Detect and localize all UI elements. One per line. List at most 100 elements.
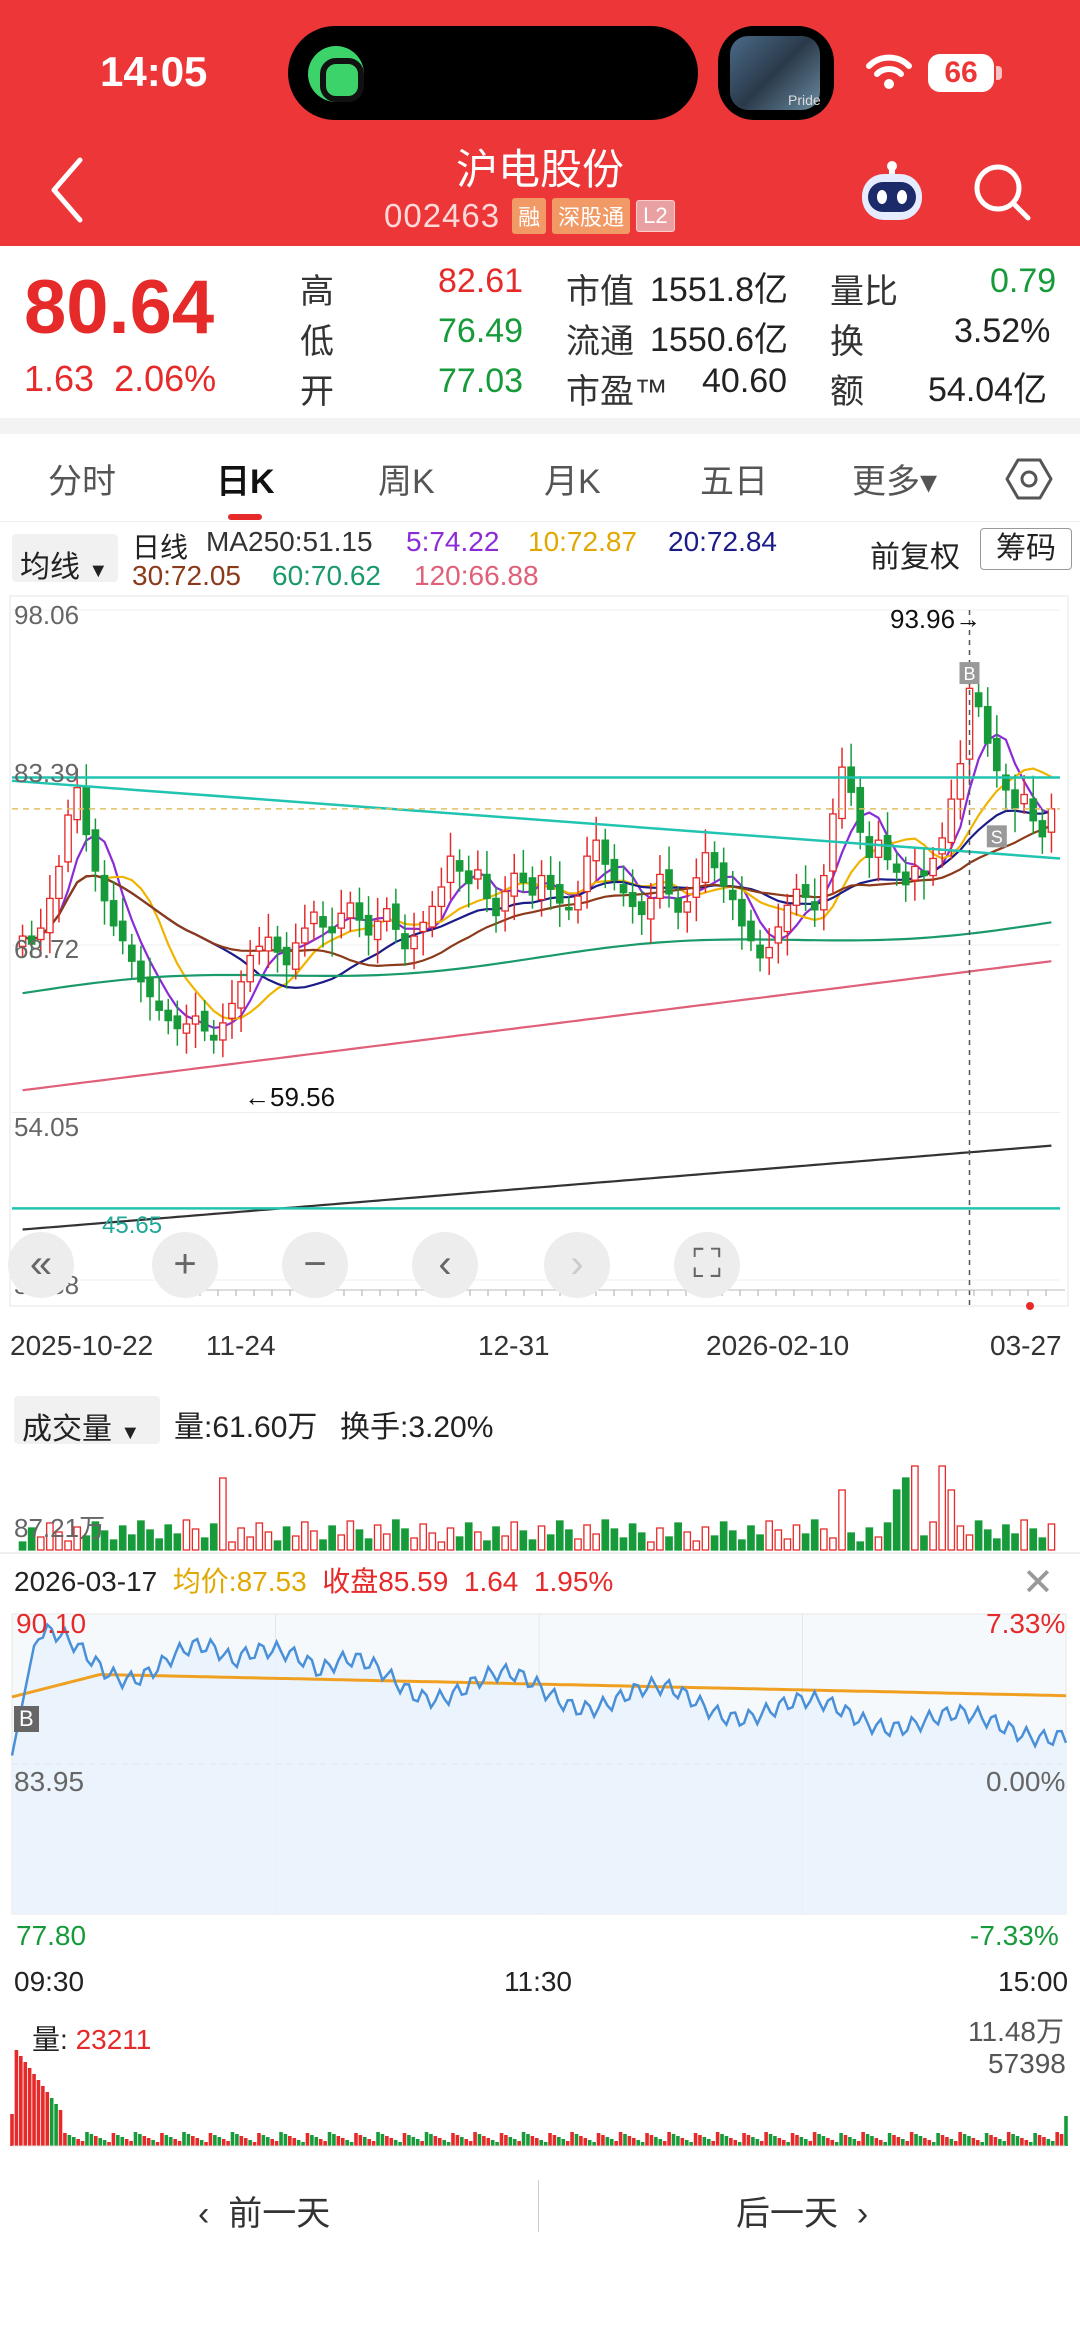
candle-body [437,886,446,908]
volume-bar [874,1536,883,1551]
ma30-label: 30:72.05 [132,560,241,591]
volume-ratio-value: 0.79 [990,262,1057,300]
candle-body [100,874,109,902]
volume-bar [920,1535,928,1551]
y-tick-3: 68.72 [14,934,80,964]
intraday-volume-bar [534,2138,539,2146]
intraday-volume-bar [314,2137,319,2146]
intraday-pct-low: -7.33% [970,1920,1059,1951]
nav-divider [538,2180,539,2232]
y-tick-2: 83.39 [14,758,80,788]
indicator-select[interactable]: 均线 ▼ [12,534,118,584]
intraday-volume-bar [221,2139,226,2146]
tab-more[interactable]: 更多▾ [852,454,937,503]
zoom-in-button[interactable]: + [152,1232,218,1298]
volume-bar [155,1538,163,1551]
intraday-volume-bar [759,2141,764,2146]
x-tick-1: 2025-10-22 [10,1330,154,1361]
intraday-volume-bar [640,2142,645,2146]
candle-body [920,870,928,877]
intraday-volume-bar [1046,2139,1051,2146]
volume-bar [637,1532,646,1551]
candle-body [237,981,245,1009]
volume-bar [592,1533,601,1551]
tab-weekly-k[interactable]: 周K [378,454,435,503]
volume-bar [537,1525,546,1551]
intraday-volume-bar [429,2134,433,2146]
volume-select[interactable]: 成交量 ▼ [14,1396,160,1446]
tab-monthly-k[interactable]: 月K [544,454,601,503]
candlestick-chart[interactable]: BS [0,590,1080,1310]
change-percent: 2.06% [114,358,217,399]
last-price: 80.64 [24,265,215,350]
robot-assistant-icon[interactable] [856,160,928,224]
adjust-mode[interactable]: 前复权 [870,532,960,576]
tab-five-day[interactable]: 五日 [700,454,768,503]
volume-bar [328,1525,336,1551]
zoom-out-button[interactable]: − [282,1232,348,1298]
prev-day-button[interactable]: ‹ 前一天 [198,2186,330,2235]
intraday-volume-bar [636,2140,641,2146]
volume-bar [319,1539,327,1551]
volume-bar [137,1520,145,1551]
quote-panel: 80.64 1.63 2.06% 高 82.61 低 76.49 开 77.03… [0,246,1080,418]
tab-intraday[interactable]: 分时 [48,454,116,503]
intraday-volume-bar [993,2137,998,2146]
intraday-volume-bar [451,2133,455,2146]
candle-body [874,839,883,858]
intraday-volume-bar [1059,2134,1064,2146]
volume-bar [237,1527,245,1551]
volume-bar [291,1535,300,1551]
rewind-button[interactable]: « [8,1232,74,1298]
candle-body [929,857,937,877]
intraday-volume-bar [67,2135,72,2146]
candle-body [364,914,373,936]
volume-bar [683,1531,692,1551]
candle-body [300,927,309,944]
intraday-volume-bar [1042,2137,1046,2146]
volume-bar [710,1535,719,1551]
intraday-volume-bar [217,2137,222,2146]
close-icon[interactable]: ✕ [1022,1560,1054,1605]
intraday-volume-bar [1028,2142,1033,2146]
intraday-volume-bar [737,2142,742,2146]
intraday-volume-bar [689,2142,693,2146]
volume-bar [118,1525,127,1551]
intraday-volume-bar [931,2142,936,2146]
intraday-volume-bar [605,2137,610,2146]
intraday-volume-bar [415,2139,420,2146]
next-day-button[interactable]: 后一天 › [736,2186,868,2235]
music-activity[interactable]: Pride [718,26,834,120]
ma250-label: MA250:51.15 [206,526,373,557]
settings-icon[interactable] [1004,454,1054,504]
dynamic-island[interactable] [288,26,698,120]
intraday-volume-bar [742,2133,746,2146]
scroll-right-button[interactable]: › [544,1232,610,1298]
volume-bar [219,1477,227,1551]
avg-price-value: 87.53 [236,1566,307,1597]
chips-button[interactable]: 筹码 [980,528,1072,570]
volume-bar [1047,1523,1056,1551]
volume-bar [1020,1519,1028,1551]
scroll-left-button[interactable]: ‹ [412,1232,478,1298]
intraday-volume-bar [437,2138,442,2146]
intraday-volume-bar [191,2136,195,2146]
candle-body [200,1010,209,1032]
intraday-volume-bar [914,2134,918,2146]
candle-body [783,904,792,933]
y-tick-4: 54.05 [14,1112,80,1142]
intraday-volume-bar [58,2110,63,2146]
intraday-chart[interactable] [0,1600,1080,1960]
intraday-volume-bar [561,2139,566,2146]
intraday-volume-bar [239,2136,244,2146]
intraday-volume-bar [909,2132,914,2146]
volume-bar [747,1525,755,1551]
amount-label: 额 [830,373,864,411]
live-activity-icon[interactable] [308,46,364,102]
candle-body [118,920,127,942]
intraday-change: 1.64 [463,1566,519,1597]
tab-daily-k[interactable]: 日K [216,454,275,503]
search-icon[interactable] [968,158,1034,224]
fullscreen-button[interactable]: ⛶ [674,1232,740,1298]
connect-tag: 深股通 [552,198,631,234]
